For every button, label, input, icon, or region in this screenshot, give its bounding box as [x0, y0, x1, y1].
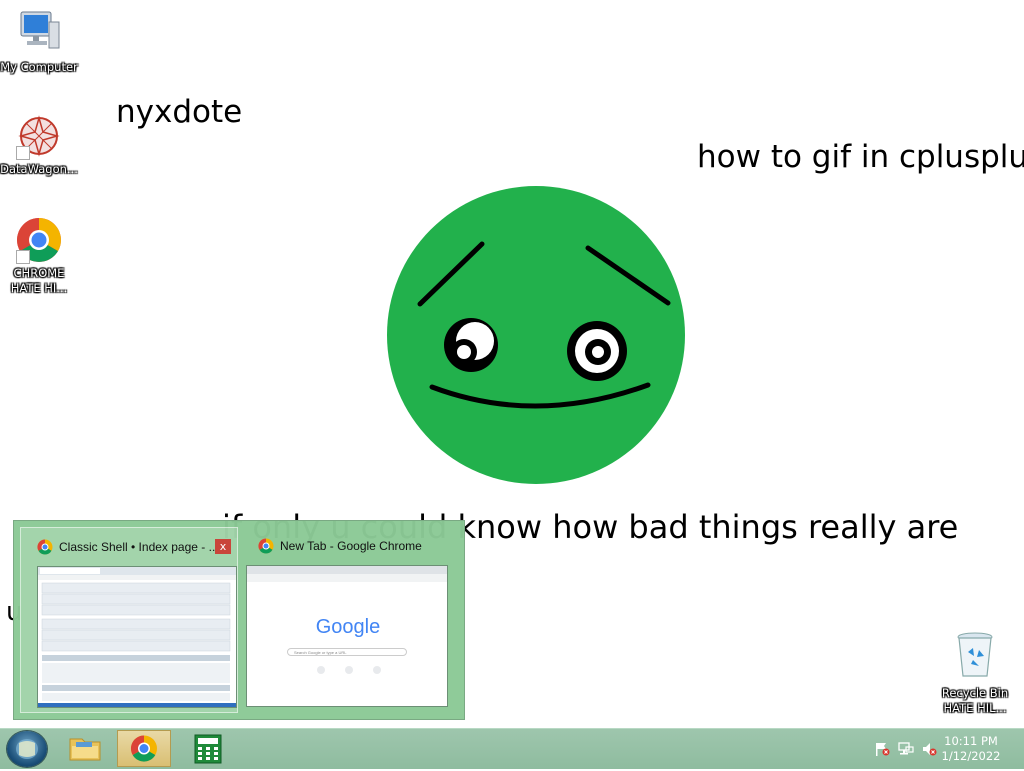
- search-input: Search Google or type a URL: [287, 648, 407, 656]
- chrome-icon: [258, 538, 274, 554]
- forum-page-preview: [38, 567, 236, 707]
- system-clock[interactable]: 10:11 PM 1/12/2022: [936, 734, 1006, 764]
- smiley-face-image: [387, 186, 685, 484]
- desktop-icon-label: CHROME HATE HI...: [10, 266, 68, 295]
- desktop-icon-my-computer[interactable]: My Computer: [0, 6, 78, 75]
- wallpaper-text-nyxdote: nyxdote: [116, 94, 243, 130]
- chrome-icon: [37, 539, 53, 555]
- taskbar-thumbnail-popup: Classic Shell • Index page - ... x New T…: [13, 520, 465, 720]
- volume-muted-icon[interactable]: [921, 742, 937, 756]
- taskbar-calculator[interactable]: [181, 730, 235, 767]
- shortcut-tiles: [317, 666, 381, 674]
- thumbnail-preview-forum: [37, 566, 237, 708]
- desktop-icon-label: DataWagon...: [0, 162, 78, 176]
- taskbar-file-explorer[interactable]: [58, 730, 112, 767]
- thumbnail-title: Classic Shell • Index page - ...: [59, 540, 219, 554]
- preview-toolbar: [247, 574, 447, 582]
- thumbnail-window-classic-shell[interactable]: Classic Shell • Index page - ... x: [20, 527, 238, 713]
- start-button[interactable]: [7, 731, 47, 767]
- thumbnail-title: New Tab - Google Chrome: [280, 539, 422, 553]
- desktop-icon-recycle-bin[interactable]: Recycle Bin HATE HIL...: [936, 630, 1014, 716]
- chrome-icon-wrap: [15, 216, 63, 264]
- google-logo: Google: [315, 616, 381, 638]
- datawagon-icon-wrap: [15, 112, 63, 160]
- action-center-flag-icon[interactable]: [874, 742, 890, 756]
- desktop-icon-chrome[interactable]: CHROME HATE HI...: [0, 216, 78, 296]
- calculator-icon: [194, 734, 222, 764]
- clock-time: 10:11 PM: [944, 734, 998, 748]
- computer-icon: [20, 11, 60, 49]
- desktop-icon-datawagon[interactable]: DataWagon...: [0, 112, 78, 177]
- recycle-bin-icon: [957, 632, 993, 677]
- shortcut-arrow-icon: [16, 250, 30, 264]
- shortcut-arrow-icon: [16, 146, 30, 160]
- taskbar: 10:11 PM 1/12/2022: [0, 728, 1024, 769]
- taskbar-google-chrome[interactable]: [117, 730, 171, 767]
- folder-icon: [69, 738, 101, 761]
- thumbnail-window-new-tab[interactable]: New Tab - Google Chrome Google Search Go…: [242, 527, 460, 713]
- close-icon[interactable]: x: [215, 539, 231, 554]
- wallpaper-text-gif: how to gif in cplusplus: [697, 139, 1024, 175]
- desktop-icon-label: Recycle Bin HATE HIL...: [941, 686, 1009, 715]
- clock-date: 1/12/2022: [941, 749, 1001, 763]
- chrome-icon: [130, 735, 157, 762]
- desktop: nyxdote how to gif in cplusplus if only …: [0, 0, 1024, 728]
- start-orb-icon: [16, 739, 38, 759]
- desktop-icon-label: My Computer: [0, 60, 78, 74]
- thumbnail-preview-new-tab: Google Search Google or type a URL: [246, 565, 448, 707]
- preview-tabstrip: [247, 566, 447, 574]
- network-icon[interactable]: [898, 742, 914, 756]
